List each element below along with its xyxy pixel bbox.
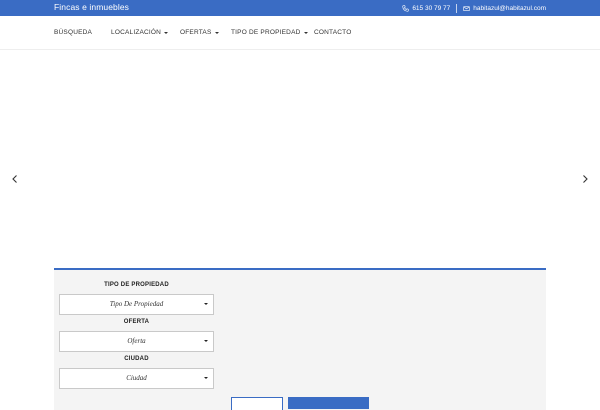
caret-down-icon	[214, 31, 219, 34]
offer-label: OFERTA	[123, 319, 150, 325]
phone-number: 615 30 79 77	[412, 5, 451, 12]
city-select[interactable]: Ciudad	[59, 368, 214, 389]
nav-item-localizacion[interactable]: LOCALIZACIÓN	[111, 29, 169, 36]
search-button[interactable]	[288, 397, 369, 409]
property-type-value: Tipo De Propiedad	[109, 300, 164, 308]
city-value: Ciudad	[126, 374, 147, 382]
caret-down-icon	[303, 31, 308, 34]
property-search-panel: TIPO DE PROPIEDAD Tipo De Propiedad OFER…	[54, 268, 546, 410]
nav-item-contacto[interactable]: CONTACTO	[314, 29, 351, 36]
caret-down-icon	[164, 31, 169, 34]
caret-down-icon	[204, 377, 208, 379]
phone-icon	[402, 5, 409, 12]
contact-info: 615 30 79 77 habitazul@habitazul.com	[402, 4, 546, 13]
nav-item-label: BÚSQUEDA	[54, 29, 93, 36]
contact-divider	[456, 4, 458, 13]
offer-select[interactable]: Oferta	[59, 331, 214, 352]
nav-item-busqueda[interactable]: BÚSQUEDA	[54, 29, 92, 36]
property-type-select[interactable]: Tipo De Propiedad	[59, 294, 214, 315]
nav-item-label: LOCALIZACIÓN	[111, 29, 162, 36]
caret-down-icon	[204, 340, 208, 342]
main-nav: BÚSQUEDA LOCALIZACIÓN OFERTAS TIPO DE PR…	[0, 16, 600, 50]
nav-item-label: OFERTAS	[180, 29, 212, 36]
email-address: habitazul@habitazul.com	[473, 5, 546, 12]
email-contact[interactable]: habitazul@habitazul.com	[463, 5, 546, 12]
top-bar: Fincas e inmuebles 615 30 79 77 habitazu…	[0, 0, 600, 16]
city-label: CIUDAD	[124, 356, 149, 362]
chevron-right-icon[interactable]	[580, 174, 590, 184]
phone-contact[interactable]: 615 30 79 77	[402, 5, 450, 12]
nav-item-label: CONTACTO	[314, 29, 352, 36]
nav-item-label: TIPO DE PROPIEDAD	[231, 29, 301, 36]
nav-item-ofertas[interactable]: OFERTAS	[180, 29, 219, 36]
secondary-button[interactable]	[231, 397, 283, 410]
brand-name[interactable]: Fincas e inmuebles	[54, 2, 129, 12]
caret-down-icon	[204, 303, 208, 305]
mail-icon	[463, 6, 470, 11]
offer-value: Oferta	[127, 337, 146, 345]
hero-slider	[0, 50, 600, 268]
chevron-left-icon[interactable]	[10, 174, 20, 184]
property-type-label: TIPO DE PROPIEDAD	[104, 282, 169, 288]
nav-item-tipo-de-propiedad[interactable]: TIPO DE PROPIEDAD	[231, 29, 308, 36]
